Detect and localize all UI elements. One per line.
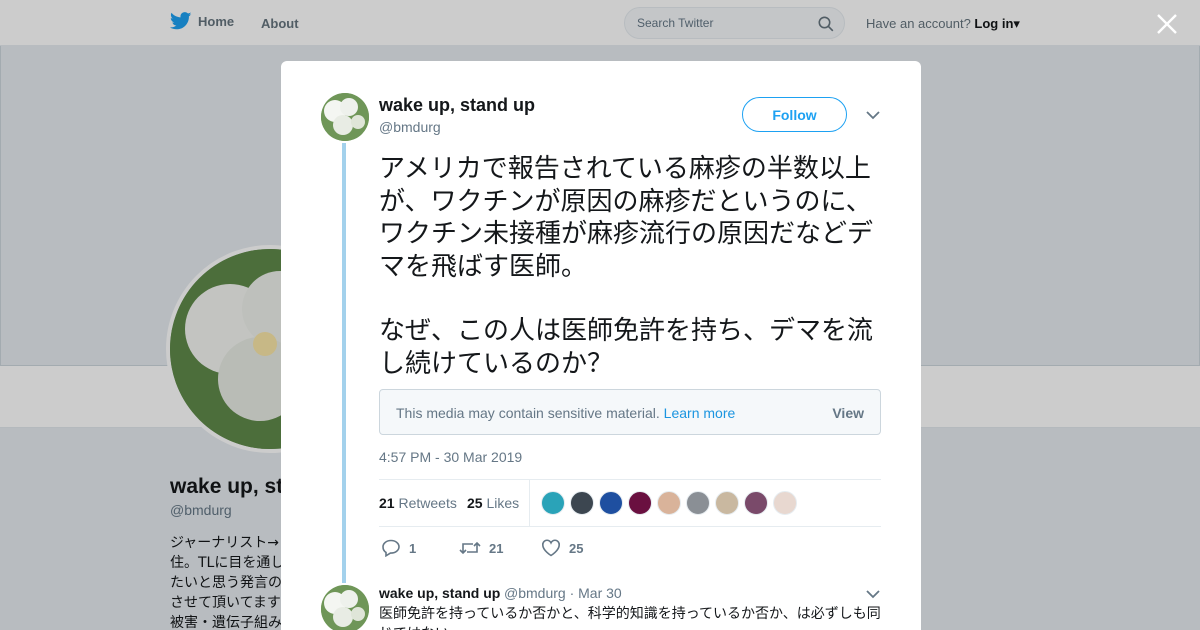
- reply-meta[interactable]: @bmdurg · Mar 30: [504, 585, 622, 601]
- retweet-icon: [459, 541, 481, 555]
- retweet-count: 21: [489, 540, 504, 556]
- retweet-action[interactable]: 21: [459, 539, 541, 557]
- retweets-label: Retweets: [398, 495, 457, 511]
- reply-text: 医師免許を持っているか否かと、科学的知識を持っているか否か、は必ずしも同じではな…: [379, 606, 881, 630]
- tweet-text: アメリカで報告されている麻疹の半数以上が、ワクチンが原因の麻疹だというのに、ワク…: [379, 153, 889, 380]
- liker-avatar[interactable]: [686, 491, 710, 515]
- tweet-text-paragraph: アメリカで報告されている麻疹の半数以上が、ワクチンが原因の麻疹だというのに、ワク…: [379, 154, 874, 282]
- reply-author-name[interactable]: wake up, stand up: [379, 585, 500, 601]
- liker-avatar[interactable]: [541, 491, 565, 515]
- tweet-author-name[interactable]: wake up, stand up: [379, 95, 535, 116]
- like-count: 25: [569, 540, 584, 556]
- retweets-stat[interactable]: 21 Retweets: [379, 495, 457, 511]
- tweet-author-handle[interactable]: @bmdurg: [379, 119, 441, 135]
- liker-avatar[interactable]: [715, 491, 739, 515]
- liker-avatars: [541, 491, 797, 515]
- tweet-stats: 21 Retweets 25 Likes: [379, 479, 881, 527]
- tweet-actions: 1 21 25: [381, 539, 583, 557]
- liker-avatar[interactable]: [628, 491, 652, 515]
- heart-icon: [542, 539, 560, 557]
- reply-icon: [382, 539, 400, 557]
- reply-author-avatar[interactable]: [321, 585, 369, 630]
- liker-avatar[interactable]: [773, 491, 797, 515]
- tweet-text-paragraph: なぜ、この人は医師免許を持ち、デマを流し続けているのか？: [379, 316, 874, 379]
- reply-count: 1: [409, 540, 417, 556]
- likes-count: 25: [467, 495, 483, 511]
- chevron-down-icon[interactable]: [865, 109, 881, 121]
- view-media-button[interactable]: View: [832, 405, 864, 421]
- likes-stat[interactable]: 25 Likes: [467, 495, 519, 511]
- like-action[interactable]: 25: [541, 539, 583, 557]
- liker-avatar[interactable]: [570, 491, 594, 515]
- sensitive-media-notice: This media may contain sensitive materia…: [379, 389, 881, 435]
- sensitive-media-text: This media may contain sensitive materia…: [396, 405, 660, 421]
- close-icon[interactable]: [1155, 12, 1179, 36]
- flower-avatar-image: [321, 93, 369, 141]
- tweet-permalink-modal: wake up, stand up @bmdurg Follow アメリカで報告…: [281, 61, 921, 630]
- follow-button[interactable]: Follow: [742, 97, 847, 132]
- liker-avatar[interactable]: [744, 491, 768, 515]
- liker-avatar[interactable]: [657, 491, 681, 515]
- retweets-count: 21: [379, 495, 395, 511]
- tweet-timestamp[interactable]: 4:57 PM - 30 Mar 2019: [379, 449, 522, 465]
- chevron-down-icon[interactable]: [865, 588, 881, 600]
- learn-more-link[interactable]: Learn more: [664, 405, 736, 421]
- likes-label: Likes: [486, 495, 520, 511]
- tweet-author-avatar[interactable]: [321, 93, 369, 141]
- sensitive-media-message: This media may contain sensitive materia…: [396, 405, 735, 421]
- reply-action[interactable]: 1: [381, 539, 459, 557]
- stats-divider: [529, 480, 530, 526]
- liker-avatar[interactable]: [599, 491, 623, 515]
- thread-connector-line: [342, 143, 346, 583]
- flower-avatar-image: [321, 585, 369, 630]
